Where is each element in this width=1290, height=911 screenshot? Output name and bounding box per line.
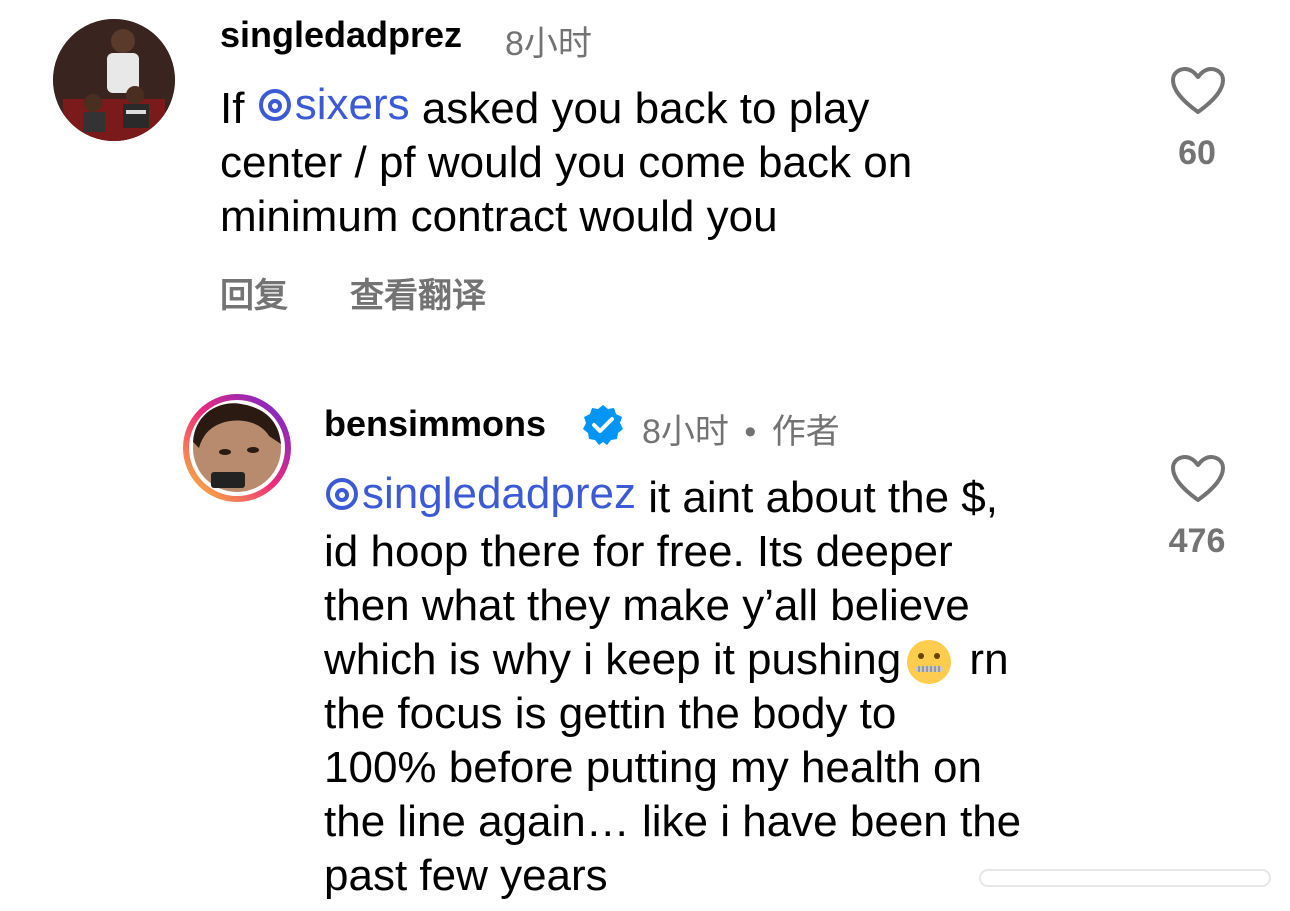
- comment-body: If sixers asked you back to play center …: [220, 78, 912, 244]
- comment-username[interactable]: bensimmons: [324, 403, 546, 445]
- separator-dot: •: [744, 413, 757, 451]
- comment-text-line-8: past few years: [324, 851, 608, 900]
- avatar-bensimmons-story-ring[interactable]: [181, 392, 293, 504]
- comment-line: which is why i keep it pushing rn: [324, 633, 1021, 687]
- comment-line: If sixers asked you back to play: [220, 78, 912, 136]
- comment-timestamp: 8小时: [505, 25, 592, 63]
- mention-link[interactable]: sixers: [257, 78, 410, 132]
- comment-text-line-2: center / pf would you come back on: [220, 138, 913, 187]
- reply-button[interactable]: 回复: [220, 268, 288, 317]
- comment-text-line-3: then what they make y’all believe: [324, 581, 970, 630]
- verified-badge-icon: [583, 405, 623, 445]
- comment-text-line-2: id hoop there for free. Its deeper: [324, 527, 953, 576]
- comment-text-line-1: asked you back to play: [421, 84, 870, 133]
- zipper-mouth-face-icon: [907, 640, 952, 685]
- like-count: 476: [1168, 522, 1226, 560]
- threads-icon: [326, 478, 358, 510]
- time-value: 8小时: [642, 413, 729, 451]
- like-count: 60: [1178, 134, 1216, 172]
- comment-text-line-1: it aint about the $,: [635, 473, 999, 522]
- comment-text-line-6: 100% before putting my health on: [324, 743, 983, 792]
- comment-text-line-3: minimum contract would you: [220, 192, 778, 241]
- comment-body: singledadprez it aint about the $, id ho…: [324, 467, 1021, 903]
- comment-text-line-7: the line again… like i have been the: [324, 797, 1022, 846]
- comment-text-line-5: the focus is gettin the body to: [324, 689, 897, 738]
- comment-text-line-4: which is why i keep it pushing: [324, 635, 902, 684]
- like-heart-icon[interactable]: [1170, 454, 1226, 504]
- comment-prefix: If: [220, 84, 257, 133]
- see-translation-button[interactable]: 查看翻译: [350, 268, 486, 317]
- comment-timestamp: 8小时 • 作者: [642, 404, 840, 453]
- avatar-singledadprez[interactable]: [53, 19, 175, 141]
- author-label: 作者: [771, 413, 840, 451]
- threads-icon: [258, 89, 291, 121]
- mention-link[interactable]: singledadprez: [324, 467, 636, 521]
- watermark-bar: [979, 869, 1271, 887]
- comment-text-line-4b: rn: [957, 635, 1009, 684]
- like-heart-icon[interactable]: [1170, 66, 1226, 116]
- comment-username[interactable]: singledadprez: [220, 14, 462, 56]
- comment-line: singledadprez it aint about the $,: [324, 467, 1021, 525]
- avatar-image: [183, 394, 291, 502]
- avatar-image: [53, 19, 175, 141]
